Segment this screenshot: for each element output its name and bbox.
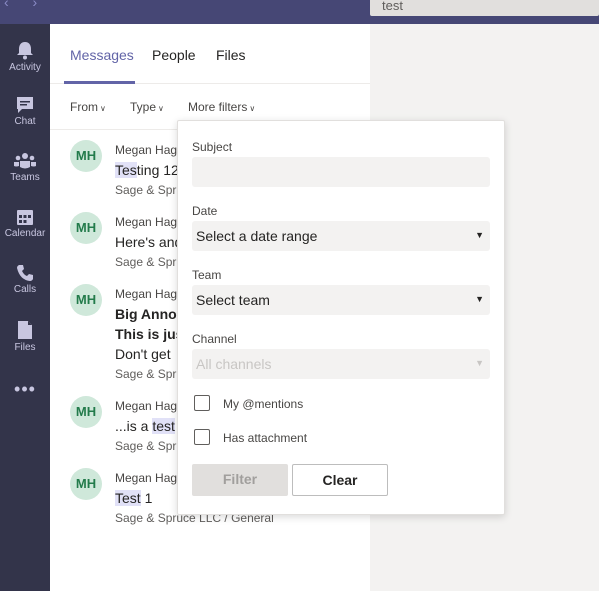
top-bar: ‹ › test (0, 0, 599, 24)
avatar: MH (70, 396, 102, 428)
chevron-down-icon: ∨ (249, 104, 256, 113)
caret-down-icon: ▼ (475, 358, 484, 368)
attachment-label[interactable]: Has attachment (223, 431, 307, 445)
avatar: MH (70, 212, 102, 244)
rail-item-label: Calendar (4, 228, 46, 239)
rail-item-calendar[interactable]: Calendar (0, 200, 50, 250)
tab-files[interactable]: Files (216, 47, 246, 63)
message-preview: Test 1 (115, 490, 153, 506)
more-apps-icon[interactable]: ••• (0, 379, 50, 400)
channel-path: Sage & Spru (115, 183, 184, 197)
team-label: Team (192, 268, 222, 282)
message-preview: Don't get (115, 346, 171, 362)
message-preview: Big Annou (115, 306, 186, 322)
rail-item-activity[interactable]: Activity (0, 32, 50, 82)
sender-name: Megan Hag (115, 399, 178, 413)
phone-icon (17, 265, 33, 281)
sender-name: Megan Hag (115, 143, 178, 157)
channel-path: Sage & Spru (115, 439, 184, 453)
mentions-checkbox[interactable] (194, 395, 210, 411)
sender-name: Megan Hag (115, 215, 178, 229)
rail-item-files[interactable]: Files (0, 312, 50, 362)
tab-people[interactable]: People (152, 47, 196, 63)
rail-item-chat[interactable]: Chat (0, 88, 50, 138)
channel-path: Sage & Spru (115, 255, 184, 269)
rail-item-label: Teams (10, 172, 40, 183)
rail-item-calls[interactable]: Calls (0, 256, 50, 306)
rail-item-label: Chat (14, 116, 36, 127)
rail-item-label: Calls (13, 284, 37, 295)
filter-button[interactable]: Filter (192, 464, 288, 496)
tab-messages[interactable]: Messages (70, 47, 134, 63)
more-filters[interactable]: More filters ∨ (188, 100, 255, 114)
message-preview: Testing 12 (115, 162, 179, 178)
chat-icon (17, 97, 33, 113)
channel-path: Sage & Spru (115, 367, 184, 381)
bell-icon (17, 42, 33, 60)
date-select[interactable]: Select a date range ▼ (192, 221, 490, 251)
back-forward-icon[interactable]: ‹ › (4, 0, 47, 10)
tab-bar: Messages People Files (50, 24, 370, 84)
files-icon (18, 321, 32, 339)
rail-item-label: Files (14, 342, 36, 353)
app-rail: Activity Chat Teams Calendar Calls Files… (0, 24, 50, 591)
avatar: MH (70, 468, 102, 500)
subject-input[interactable] (192, 157, 490, 187)
subject-label: Subject (192, 140, 233, 154)
more-filters-popover: Subject Date Select a date range ▼ Team … (177, 120, 505, 515)
from-filter[interactable]: From ∨ (70, 100, 106, 114)
calendar-icon (17, 210, 33, 225)
chevron-down-icon: ∨ (100, 104, 106, 113)
message-preview: This is jus (115, 326, 184, 342)
channel-select: All channels ▼ (192, 349, 490, 379)
sender-name: Megan Hag (115, 287, 178, 301)
search-input[interactable]: test (370, 0, 599, 16)
clear-button[interactable]: Clear (292, 464, 388, 496)
message-preview: ...is a test (115, 418, 175, 434)
chevron-down-icon: ∨ (158, 104, 164, 113)
date-label: Date (192, 204, 218, 218)
rail-item-teams[interactable]: Teams (0, 144, 50, 194)
teams-icon (14, 153, 36, 169)
sender-name: Megan Hag (115, 471, 178, 485)
attachment-checkbox[interactable] (194, 429, 210, 445)
team-select[interactable]: Select team ▼ (192, 285, 490, 315)
caret-down-icon: ▼ (475, 230, 484, 240)
message-preview: Here's and (115, 234, 183, 250)
avatar: MH (70, 140, 102, 172)
type-filter[interactable]: Type ∨ (130, 100, 164, 114)
mentions-label[interactable]: My @mentions (223, 397, 303, 411)
channel-label: Channel (192, 332, 237, 346)
rail-item-label: Activity (9, 62, 41, 73)
caret-down-icon: ▼ (475, 294, 484, 304)
avatar: MH (70, 284, 102, 316)
